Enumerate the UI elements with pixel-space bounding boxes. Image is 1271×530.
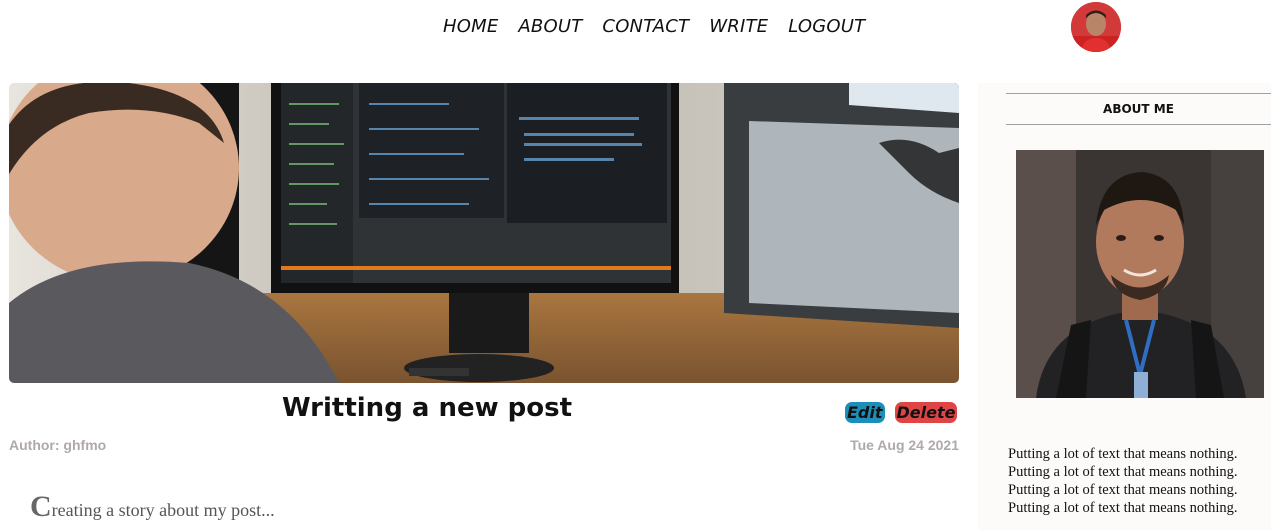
story-dropcap: C (30, 490, 52, 523)
edit-button[interactable]: Edit (845, 402, 885, 423)
top-bar: HOME ABOUT CONTACT WRITE LOGOUT (0, 0, 1271, 56)
main-nav: HOME ABOUT CONTACT WRITE LOGOUT (443, 16, 885, 37)
nav-logout[interactable]: LOGOUT (788, 16, 865, 37)
sidebar-about-text: Putting a lot of text that means nothing… (1008, 445, 1270, 517)
profile-photo (1016, 150, 1264, 398)
story-text: reating a story about my post... (51, 500, 275, 520)
about-line: Putting a lot of text that means nothing… (1008, 464, 1238, 480)
post-title: Writting a new post (281, 393, 573, 423)
post-actions: Edit Delete (845, 402, 958, 423)
post-image (9, 83, 959, 383)
sidebar: ABOUT ME Putting a lot of text that mean… (978, 83, 1271, 530)
about-line: Putting a lot of text that means nothing… (1008, 446, 1238, 462)
post-meta: Author: ghfmo Tue Aug 24 2021 (9, 437, 959, 453)
about-line: Putting a lot of text that means nothing… (1008, 500, 1238, 516)
nav-contact[interactable]: CONTACT (602, 16, 689, 37)
post-author[interactable]: Author: ghfmo (9, 437, 106, 453)
sidebar-title: ABOUT ME (1006, 93, 1271, 125)
nav-about[interactable]: ABOUT (518, 16, 582, 37)
post-story: Creating a story about my post... (30, 490, 275, 524)
post-date: Tue Aug 24 2021 (850, 437, 959, 453)
delete-button[interactable]: Delete (894, 402, 958, 423)
nav-home[interactable]: HOME (443, 16, 498, 37)
about-line: Putting a lot of text that means nothing… (1008, 482, 1238, 498)
avatar[interactable] (1071, 2, 1121, 52)
nav-write[interactable]: WRITE (709, 16, 768, 37)
